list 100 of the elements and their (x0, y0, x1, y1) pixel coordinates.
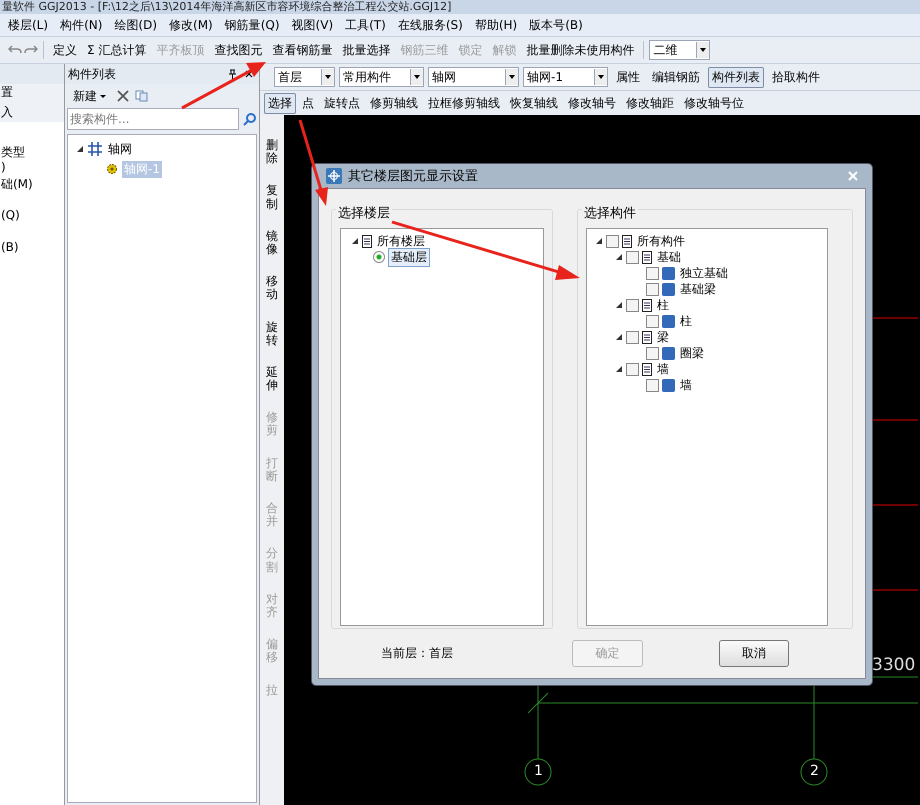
tool-button[interactable]: 旋转 (266, 320, 278, 347)
tree-item[interactable]: 基础层 (388, 248, 430, 266)
expand-icon[interactable] (351, 237, 359, 245)
toolbar-button[interactable]: 恢复轴线 (506, 92, 562, 114)
toolbar-button[interactable]: 旋转点 (320, 92, 364, 114)
toolbar-button[interactable]: 选择 (264, 92, 296, 114)
dimension-label: 3300 (872, 655, 916, 675)
toolbar-button[interactable]: 点 (298, 92, 318, 114)
checkbox[interactable] (626, 362, 639, 376)
tree-item[interactable]: 所有楼层 (375, 232, 427, 250)
tree-item[interactable]: 柱 (654, 296, 671, 314)
search-field[interactable]: 搜索构件... (67, 108, 239, 130)
checkbox[interactable] (646, 314, 659, 328)
group-title: 选择楼层 (336, 204, 392, 222)
pin-icon[interactable] (228, 69, 237, 79)
tree-item[interactable]: 梁 (654, 328, 671, 346)
search-icon[interactable] (243, 112, 257, 126)
dropdown[interactable]: 常用构件 (339, 67, 424, 87)
panel-item[interactable]: 入 (0, 104, 64, 122)
toolbar-button[interactable]: 编辑钢筋 (648, 66, 704, 88)
axis-label: 1 (534, 763, 543, 779)
view-mode-dropdown[interactable]: 二维 (649, 40, 710, 60)
toolbar-button[interactable]: 修改轴号位 (680, 92, 748, 114)
expand-icon[interactable] (614, 301, 623, 309)
tool-button[interactable]: 延伸 (266, 366, 278, 392)
new-button[interactable]: 新建 (69, 86, 111, 106)
checkbox[interactable] (646, 266, 659, 280)
expand-icon[interactable] (614, 365, 623, 373)
tool-button[interactable]: 移动 (266, 275, 278, 302)
tree-item[interactable]: 独立基础 (678, 264, 730, 282)
document-icon (362, 234, 372, 248)
menu-item[interactable]: 版本号(B) (529, 16, 583, 34)
toolbar-button[interactable]: 构件列表 (708, 66, 764, 88)
expand-icon[interactable] (614, 253, 623, 261)
window-title: 量软件 GGJ2013 - [F:\12之后\13\2014年海洋高新区市容环境综合整治工程公交站.GGJ12] (2, 0, 452, 13)
checkbox[interactable] (646, 282, 659, 296)
toolbar-button[interactable]: 查看钢筋量 (268, 40, 336, 60)
toolbar-button[interactable]: 拉框修剪轴线 (424, 92, 504, 114)
expand-icon[interactable] (76, 145, 84, 153)
panel-item[interactable]: (B) (0, 240, 64, 256)
toolbar-button[interactable]: 拾取构件 (768, 66, 824, 88)
menu-item[interactable]: 构件(N) (60, 16, 102, 34)
toolbar-button[interactable]: 定义 (49, 40, 81, 60)
panel-item[interactable]: (Q) (0, 208, 64, 224)
tree-item[interactable]: 基础梁 (678, 280, 718, 298)
tree-item[interactable]: 柱 (678, 312, 694, 330)
tree-item[interactable]: 轴网 (106, 140, 134, 158)
component-icon (662, 266, 675, 280)
copy-icon[interactable] (135, 90, 149, 102)
component-icon (662, 346, 675, 360)
dropdown[interactable]: 轴网-1 (523, 67, 608, 87)
toolbar-button[interactable]: 修改轴距 (622, 92, 678, 114)
tree-item[interactable]: 所有构件 (634, 232, 687, 250)
tool-button[interactable]: 删除 (266, 139, 278, 166)
panel-item[interactable]: ) (0, 160, 64, 176)
checkbox[interactable] (646, 346, 659, 360)
menu-item[interactable]: 钢筋量(Q) (224, 16, 280, 34)
undo-icon[interactable] (8, 44, 22, 56)
dropdown[interactable]: 首层 (274, 67, 335, 87)
checkbox[interactable] (626, 330, 639, 344)
menu-item[interactable]: 帮助(H) (474, 16, 518, 34)
menu-item[interactable]: 楼层(L) (8, 16, 48, 34)
panel-item[interactable]: 础(M) (0, 176, 64, 192)
toolbar-button[interactable]: 属性 (612, 66, 644, 88)
tool-button[interactable]: 镜像 (266, 230, 278, 256)
component-icon (662, 282, 675, 296)
checkbox[interactable] (626, 250, 639, 264)
toolbar-button[interactable]: 批量删除未使用构件 (522, 40, 638, 60)
panel-item[interactable]: 类型 (0, 144, 64, 160)
grid-icon (88, 142, 102, 156)
caret-icon (99, 92, 107, 100)
redo-icon[interactable] (24, 44, 38, 56)
tree-item[interactable]: 圈梁 (678, 344, 706, 362)
expand-icon[interactable] (614, 333, 623, 341)
dropdown[interactable]: 轴网 (428, 67, 519, 87)
toolbar-button[interactable]: 查找图元 (210, 40, 266, 60)
toolbar-button[interactable]: 修剪轴线 (366, 92, 422, 114)
tree-item[interactable]: 墙 (678, 376, 694, 394)
tool-button[interactable]: 复制 (266, 184, 278, 211)
document-icon (642, 330, 652, 344)
menu-item[interactable]: 视图(V) (292, 16, 334, 34)
checkbox[interactable] (626, 298, 639, 312)
toolbar-button[interactable]: Σ 汇总计算 (83, 40, 150, 60)
document-icon (622, 234, 632, 248)
tree-item[interactable]: 基础 (654, 248, 683, 266)
cancel-button[interactable]: 取消 (718, 640, 789, 667)
panel-item[interactable]: 置 (0, 84, 64, 104)
menu-item[interactable]: 绘图(D) (114, 16, 158, 34)
menu-item[interactable]: 工具(T) (345, 16, 386, 34)
expand-icon[interactable] (594, 237, 603, 245)
tree-item[interactable]: 墙 (654, 360, 671, 378)
close-icon[interactable] (245, 70, 253, 78)
toolbar-button[interactable]: 批量选择 (338, 40, 394, 60)
radio-button[interactable] (373, 251, 385, 263)
checkbox[interactable] (606, 234, 619, 248)
delete-icon[interactable] (117, 90, 129, 102)
checkbox[interactable] (646, 378, 659, 392)
menu-item[interactable]: 在线服务(S) (398, 16, 463, 34)
toolbar-button[interactable]: 修改轴号 (564, 92, 620, 114)
menu-item[interactable]: 修改(M) (169, 16, 213, 34)
